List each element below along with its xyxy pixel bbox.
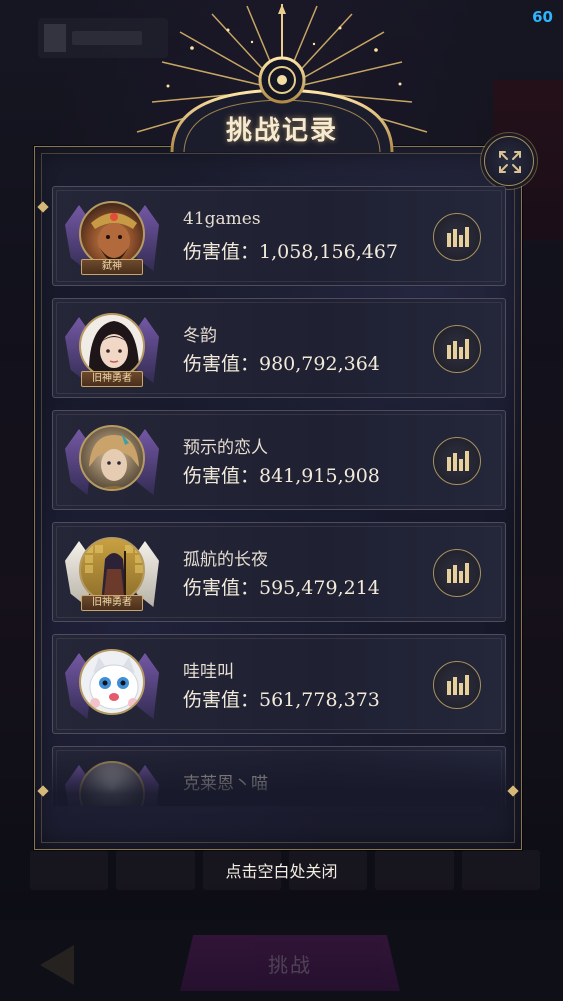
panel-title: 挑战记录 [225, 116, 338, 146]
player-name: 41games [183, 209, 261, 229]
avatar-portrait [79, 649, 145, 715]
golden-man-face-icon [89, 433, 139, 489]
corner-star-icon [37, 201, 49, 213]
bar-chart-icon [447, 227, 469, 247]
close-button[interactable] [484, 136, 534, 186]
player-avatar[interactable]: 旧神勇者 [65, 309, 159, 391]
record-list[interactable]: 弑神 41games 伤害值：1,058,156,467 旧神勇者 冬韵 伤害值… [52, 186, 506, 806]
stats-button[interactable] [433, 325, 481, 373]
player-avatar[interactable] [65, 421, 159, 503]
bar-chart-icon [447, 563, 469, 583]
avatar-portrait [79, 425, 145, 491]
lady-face-icon [88, 321, 140, 377]
player-avatar[interactable] [65, 645, 159, 727]
avatar-title-tag: 旧神勇者 [81, 595, 143, 611]
damage-value: 伤害值：841,915,908 [183, 465, 380, 487]
corner-star-icon [507, 785, 519, 797]
bar-chart-icon [447, 675, 469, 695]
player-name: 冬韵 [183, 326, 217, 346]
avatar-title-tag: 弑神 [81, 259, 143, 275]
damage-value: 伤害值：595,479,214 [183, 577, 380, 599]
fps-counter: 60 [532, 8, 553, 26]
record-row: 弑神 41games 伤害值：1,058,156,467 [52, 186, 506, 286]
title-ornament: 挑战记录 [132, 2, 432, 152]
player-avatar[interactable] [65, 757, 159, 806]
bar-chart-icon [447, 451, 469, 471]
stats-button[interactable] [433, 661, 481, 709]
player-name: 孤航的长夜 [183, 550, 268, 570]
damage-value: 伤害值：980,792,364 [183, 353, 380, 375]
record-row: 旧神勇者 冬韵 伤害值：980,792,364 [52, 298, 506, 398]
record-row: 预示的恋人 伤害值：841,915,908 [52, 410, 506, 510]
avatar-title-tag: 旧神勇者 [81, 371, 143, 387]
player-avatar[interactable]: 旧神勇者 [65, 533, 159, 615]
avatar-portrait [79, 537, 145, 603]
stats-button[interactable] [433, 437, 481, 485]
stats-button[interactable] [433, 549, 481, 597]
record-row: 哇哇叫 伤害值：561,778,373 [52, 634, 506, 734]
record-row: 克莱恩丶喵 [52, 746, 506, 806]
kitten-icon [89, 657, 139, 710]
avatar-portrait [79, 761, 145, 806]
corner-star-icon [37, 785, 49, 797]
close-icon [499, 151, 521, 173]
hooded-mage-icon [85, 545, 143, 601]
bar-chart-icon [447, 339, 469, 359]
player-name: 克莱恩丶喵 [183, 774, 268, 794]
close-hint[interactable]: 点击空白处关闭 [0, 858, 563, 882]
avatar-portrait [79, 313, 145, 379]
player-name: 哇哇叫 [183, 662, 234, 682]
record-row: 旧神勇者 孤航的长夜 伤害值：595,479,214 [52, 522, 506, 622]
avatar-portrait [79, 201, 145, 267]
damage-value: 伤害值：1,058,156,467 [183, 241, 399, 263]
damage-value: 伤害值：561,778,373 [183, 689, 380, 711]
warrior-face-icon [91, 213, 137, 263]
stats-button[interactable] [433, 213, 481, 261]
player-avatar[interactable]: 弑神 [65, 197, 159, 279]
player-name: 预示的恋人 [183, 438, 268, 458]
